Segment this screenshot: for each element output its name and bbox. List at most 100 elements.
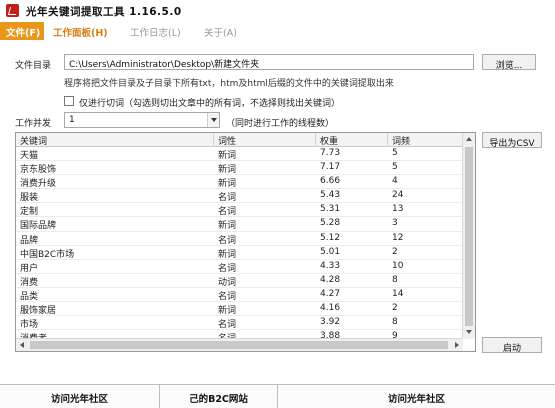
horizontal-scrollbar[interactable] <box>16 338 463 351</box>
footer-link-community[interactable]: 访问光年社区 <box>0 385 160 408</box>
cell-keyword: 京东股饰 <box>20 165 57 176</box>
keyword-table: 关键词 词性 权重 词频 天猫 新词 7.73 5 京东股饰 新词 7.17 5 消费升级 新词 6… <box>15 132 476 352</box>
cell-pos: 动词 <box>218 277 237 288</box>
cell-keyword: 国际品牌 <box>20 221 57 232</box>
menu-file[interactable]: 文件(F) <box>0 22 44 40</box>
concurrency-value: 1 <box>69 115 75 125</box>
cell-pos: 新词 <box>218 165 237 176</box>
cell-frequency: 8 <box>392 317 398 328</box>
table-row[interactable]: 中国B2C市场 新词 5.01 2 <box>16 246 463 260</box>
cell-pos: 名词 <box>218 263 237 274</box>
table-body: 天猫 新词 7.73 5 京东股饰 新词 7.17 5 消费升级 新词 6.66 4 服装 名词 5.43 2… <box>16 147 463 345</box>
cell-keyword: 天猫 <box>20 151 39 161</box>
cell-keyword: 消费 <box>20 277 39 288</box>
cell-frequency: 2 <box>392 246 398 257</box>
footer-link-b2c-site[interactable]: 己的B2C网站 <box>160 385 278 408</box>
chevron-down-icon[interactable] <box>207 113 219 127</box>
cell-pos: 名词 <box>218 207 237 218</box>
cell-keyword: 消费升级 <box>20 179 57 190</box>
table-row[interactable]: 服饰家居 新词 4.16 2 <box>16 302 463 317</box>
footer-link-community-2[interactable]: 访问光年社区 <box>278 385 555 408</box>
cell-pos: 新词 <box>218 179 237 190</box>
cell-keyword: 定制 <box>20 207 39 218</box>
cell-frequency: 12 <box>392 232 404 243</box>
cell-pos: 新词 <box>218 151 237 161</box>
cell-pos: 名词 <box>218 235 237 246</box>
cell-frequency: 10 <box>392 260 404 271</box>
cell-weight: 5.01 <box>320 246 341 257</box>
cell-weight: 6.66 <box>320 176 341 187</box>
menu-work-panel[interactable]: 工作面板(H) <box>53 25 108 39</box>
menu-work-log[interactable]: 工作日志(L) <box>130 25 181 39</box>
table-row[interactable]: 消费升级 新词 6.66 4 <box>16 175 463 190</box>
cell-keyword: 服装 <box>20 193 39 204</box>
export-csv-button[interactable]: 导出为CSV <box>482 132 542 149</box>
cell-keyword: 品牌 <box>20 235 39 246</box>
cell-frequency: 14 <box>392 288 404 299</box>
cell-frequency: 5 <box>392 162 398 173</box>
title-bar: 光年关键词提取工具 1.16.5.0 <box>0 0 555 22</box>
directory-input[interactable]: C:\Users\Administrator\Desktop\新建文件夹 <box>64 54 474 70</box>
segment-only-label: 仅进行切词（勾选则切出文章中的所有词，不选择则找出关键词） <box>79 99 341 109</box>
table-row[interactable]: 消费 动词 4.28 8 <box>16 274 463 288</box>
cell-frequency: 8 <box>392 274 398 285</box>
table-row[interactable]: 定制 名词 5.31 13 <box>16 203 463 218</box>
window-title: 光年关键词提取工具 1.16.5.0 <box>26 6 182 18</box>
table-row[interactable]: 天猫 新词 7.73 5 <box>16 147 463 162</box>
cell-frequency: 5 <box>392 148 398 158</box>
cell-weight: 5.43 <box>320 190 341 201</box>
cell-pos: 名词 <box>218 291 237 302</box>
cell-pos: 名词 <box>218 320 237 331</box>
column-header-keyword[interactable]: 关键词 <box>16 133 214 147</box>
cell-weight: 4.27 <box>320 288 341 299</box>
scroll-right-icon[interactable] <box>450 339 463 351</box>
cell-weight: 5.28 <box>320 218 341 229</box>
vertical-scroll-thumb[interactable] <box>465 147 473 337</box>
column-header-weight[interactable]: 权重 <box>316 133 388 147</box>
column-header-frequency[interactable]: 词频 <box>388 133 463 147</box>
cell-weight: 4.16 <box>320 303 341 314</box>
cell-weight: 3.92 <box>320 317 341 328</box>
table-row[interactable]: 服装 名词 5.43 24 <box>16 189 463 204</box>
concurrency-note: （同时进行工作的线程数） <box>226 119 335 129</box>
cell-weight: 5.31 <box>320 204 341 215</box>
browse-button[interactable]: 浏览... <box>482 54 536 71</box>
cell-frequency: 4 <box>392 176 398 187</box>
table-row[interactable]: 品类 名词 4.27 14 <box>16 288 463 303</box>
menu-bar: 文件(F) 工作面板(H) 工作日志(L) 关于(A) <box>0 22 555 40</box>
vertical-scrollbar[interactable] <box>462 133 475 339</box>
cell-pos: 新词 <box>218 306 237 317</box>
cell-weight: 4.33 <box>320 260 341 271</box>
table-row[interactable]: 品牌 名词 5.12 12 <box>16 232 463 246</box>
table-row[interactable]: 市场 名词 3.92 8 <box>16 316 463 331</box>
concurrency-select[interactable]: 1 <box>64 112 220 128</box>
cell-weight: 7.17 <box>320 162 341 173</box>
footer-bar: 访问光年社区 己的B2C网站 访问光年社区 <box>0 384 555 408</box>
cell-keyword: 中国B2C市场 <box>20 249 75 260</box>
cell-keyword: 服饰家居 <box>20 306 57 317</box>
cell-frequency: 24 <box>392 190 404 201</box>
menu-about[interactable]: 关于(A) <box>204 25 237 39</box>
cell-pos: 新词 <box>218 221 237 232</box>
table-row[interactable]: 用户 名词 4.33 10 <box>16 260 463 274</box>
scroll-up-icon[interactable] <box>463 133 475 146</box>
app-logo-icon <box>6 4 19 17</box>
scroll-left-icon[interactable] <box>16 339 29 351</box>
table-row[interactable]: 京东股饰 新词 7.17 5 <box>16 161 463 176</box>
cell-keyword: 品类 <box>20 291 39 302</box>
horizontal-scroll-thumb[interactable] <box>30 341 448 349</box>
scroll-down-icon[interactable] <box>463 326 475 339</box>
directory-label: 文件目录 <box>15 61 52 71</box>
cell-frequency: 3 <box>392 218 398 229</box>
start-button[interactable]: 启动 <box>482 337 542 354</box>
cell-pos: 新词 <box>218 249 237 260</box>
segment-only-checkbox[interactable] <box>64 96 74 106</box>
table-row[interactable]: 国际品牌 新词 5.28 3 <box>16 217 463 232</box>
table-header: 关键词 词性 权重 词频 <box>16 133 463 147</box>
cell-pos: 名词 <box>218 193 237 204</box>
cell-weight: 7.73 <box>320 148 341 158</box>
cell-frequency: 2 <box>392 303 398 314</box>
hint-text: 程序将把文件目录及子目录下所有txt，htm及html后缀的文件中的关键词提取出… <box>64 79 394 89</box>
column-header-pos[interactable]: 词性 <box>214 133 316 147</box>
cell-weight: 4.28 <box>320 274 341 285</box>
